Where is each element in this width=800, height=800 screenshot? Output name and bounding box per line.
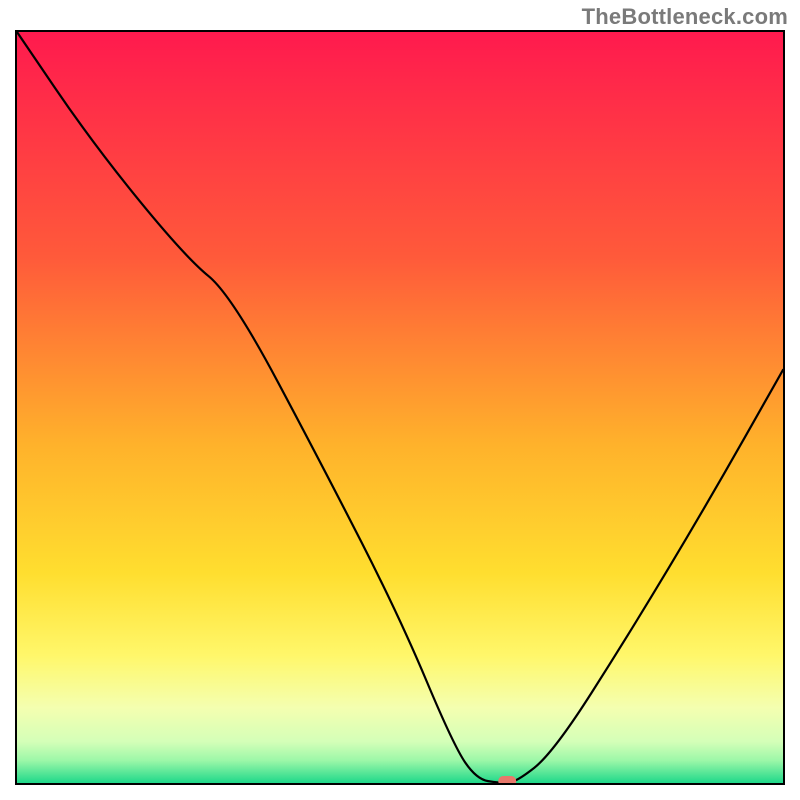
plot-area: [15, 30, 785, 785]
chart-frame: TheBottleneck.com: [0, 0, 800, 800]
optimum-marker: [498, 776, 516, 783]
gradient-background: [17, 32, 783, 783]
plot-svg: [17, 32, 783, 783]
watermark-text: TheBottleneck.com: [582, 4, 788, 30]
